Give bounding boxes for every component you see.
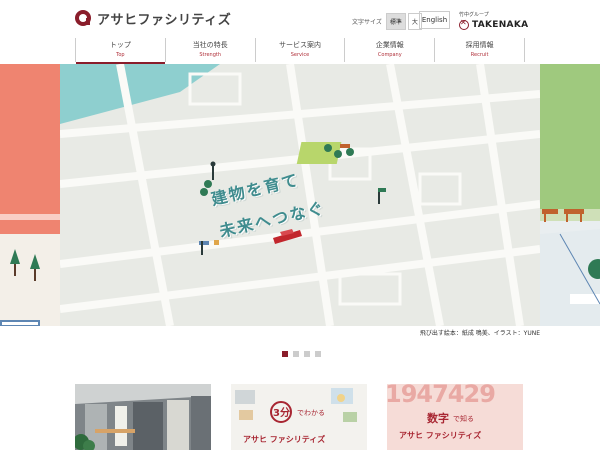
- nav-sublabel: Top: [116, 52, 125, 58]
- font-size-switcher: 文字サイズ 標準 大: [352, 13, 422, 30]
- card2-heading-number: 3分: [273, 408, 290, 419]
- feature-card-office[interactable]: [75, 384, 211, 450]
- feature-card-3min[interactable]: 3分 でわかる アサヒ ファシリティズ: [231, 384, 367, 450]
- card3-background-digits: 1947429: [387, 384, 496, 408]
- carousel-dot-4[interactable]: [315, 351, 321, 357]
- card3-title: アサヒ ファシリティズ: [399, 431, 482, 440]
- takenaka-text: TAKENAKA: [472, 20, 529, 30]
- prev-slide-illustration: [0, 214, 60, 326]
- carousel-dot-2[interactable]: [293, 351, 299, 357]
- site-logo[interactable]: アサヒファシリティズ: [75, 9, 232, 28]
- hero-credit-caption: 飛び出す絵本：紙成 鳴美、イラスト：YUNE: [419, 330, 540, 337]
- font-size-label: 文字サイズ: [352, 19, 382, 26]
- card2-heading-suffix: でわかる: [297, 409, 325, 417]
- feature-card-numbers[interactable]: 1947429 数字 で知る アサヒ ファシリティズ: [387, 384, 523, 450]
- nav-sublabel: Service: [290, 52, 310, 58]
- font-size-standard-button[interactable]: 標準: [385, 13, 406, 30]
- nav-label: 企業情報: [375, 41, 404, 49]
- carousel-dot-1[interactable]: [282, 351, 288, 357]
- takenaka-group-link[interactable]: 竹中グループ TAKENAKA: [459, 11, 528, 30]
- next-slide-illustration: [540, 209, 600, 326]
- carousel-dot-3[interactable]: [304, 351, 310, 357]
- nav-item-service[interactable]: サービス案内 Service: [254, 38, 345, 62]
- global-nav: トップ Top 当社の特長 Strength サービス案内 Service 企業…: [75, 38, 525, 64]
- office-interior-photo: [75, 384, 211, 450]
- nav-item-company[interactable]: 企業情報 Company: [344, 38, 434, 62]
- english-button[interactable]: English: [419, 11, 450, 29]
- carousel-indicators: [282, 351, 321, 357]
- nav-sublabel: Recruit: [470, 52, 489, 58]
- takenaka-logo-icon: [459, 18, 469, 30]
- nav-label: 当社の特長: [192, 41, 228, 49]
- nav-sublabel: Strength: [199, 52, 222, 58]
- hero-slide[interactable]: 建物を育て 未来へつなぐ: [60, 64, 540, 326]
- logo-mark-icon: [75, 10, 91, 26]
- nav-label: 採用情報: [465, 41, 494, 49]
- nav-label: トップ: [109, 41, 131, 49]
- nav-item-top[interactable]: トップ Top: [75, 38, 165, 64]
- takenaka-brand: TAKENAKA: [459, 18, 529, 30]
- nav-label: サービス案内: [278, 41, 321, 49]
- logo-text: アサヒファシリティズ: [97, 12, 232, 28]
- card3-heading-suffix: で知る: [453, 415, 474, 423]
- carousel-prev-slide[interactable]: [0, 64, 60, 326]
- carousel-next-slide[interactable]: [540, 64, 600, 326]
- nav-item-recruit[interactable]: 採用情報 Recruit: [434, 38, 525, 62]
- hero-map-illustration: [60, 64, 540, 326]
- feature-cards: 3分 でわかる アサヒ ファシリティズ 1947429 数字 で知る アサヒ フ…: [75, 384, 525, 450]
- card2-title: アサヒ ファシリティズ: [243, 435, 326, 444]
- card3-heading-number: 数字: [427, 412, 449, 425]
- nav-item-strength[interactable]: 当社の特長 Strength: [164, 38, 255, 62]
- nav-sublabel: Company: [377, 52, 402, 58]
- group-label: 竹中グループ: [459, 12, 489, 18]
